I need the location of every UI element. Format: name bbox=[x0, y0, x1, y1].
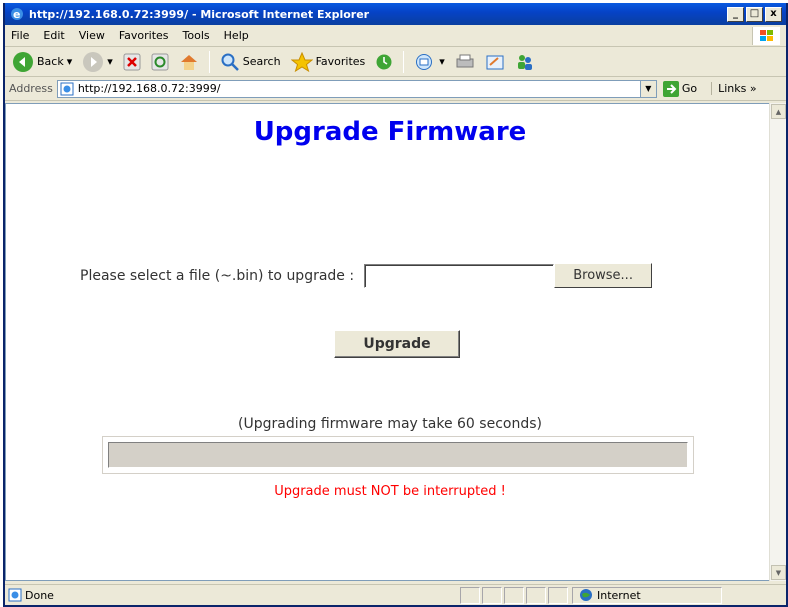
progress-track bbox=[108, 442, 688, 468]
status-panel bbox=[460, 586, 480, 604]
edit-icon bbox=[486, 55, 504, 69]
address-label: Address bbox=[9, 82, 53, 95]
scroll-up-icon[interactable]: ▲ bbox=[771, 104, 786, 119]
close-button[interactable]: x bbox=[765, 6, 782, 22]
mail-dropdown-icon[interactable]: ▾ bbox=[439, 55, 445, 68]
menu-bar: File Edit View Favorites Tools Help bbox=[5, 25, 786, 47]
toolbar-separator bbox=[403, 50, 405, 73]
back-button[interactable]: Back ▾ bbox=[9, 49, 75, 75]
menu-file[interactable]: File bbox=[11, 29, 29, 42]
minimize-button[interactable]: _ bbox=[727, 6, 744, 22]
forward-arrow-icon bbox=[83, 51, 104, 72]
links-button[interactable]: Links » bbox=[711, 82, 757, 95]
search-icon bbox=[221, 53, 239, 71]
go-label: Go bbox=[681, 82, 698, 95]
history-icon bbox=[376, 54, 392, 69]
go-arrow-icon bbox=[662, 80, 679, 97]
search-label: Search bbox=[242, 55, 281, 68]
title-bar[interactable]: e http://192.168.0.72:3999/ - Microsoft … bbox=[5, 3, 786, 25]
messenger-icon bbox=[517, 54, 532, 70]
address-url: http://192.168.0.72:3999/ bbox=[77, 82, 221, 95]
file-select-label: Please select a file (~.bin) to upgrade … bbox=[80, 267, 355, 284]
status-panel bbox=[526, 586, 546, 604]
go-button[interactable]: Go bbox=[662, 80, 698, 97]
home-button[interactable] bbox=[176, 51, 202, 73]
upgrade-progress-bar bbox=[102, 436, 694, 474]
ie-logo-icon: e bbox=[9, 6, 25, 22]
messenger-button[interactable] bbox=[512, 51, 538, 73]
print-icon bbox=[456, 54, 474, 67]
internet-globe-icon bbox=[580, 589, 592, 601]
page-icon bbox=[60, 82, 74, 95]
mail-button[interactable]: ▾ bbox=[411, 51, 448, 73]
menu-edit[interactable]: Edit bbox=[43, 29, 64, 42]
security-zone[interactable]: Internet bbox=[572, 586, 722, 604]
address-dropdown-icon[interactable]: ▼ bbox=[639, 80, 656, 97]
back-arrow-icon bbox=[13, 51, 33, 72]
zone-text: Internet bbox=[597, 588, 641, 602]
standard-toolbar: Back ▾ ▾ Search Favorites ▾ bbox=[5, 47, 786, 77]
back-dropdown-icon[interactable]: ▾ bbox=[67, 55, 73, 68]
mail-icon bbox=[416, 53, 433, 70]
page-done-icon bbox=[8, 588, 22, 602]
browse-button[interactable]: Browse... bbox=[554, 263, 653, 288]
file-path-input[interactable] bbox=[364, 263, 555, 288]
menu-favorites[interactable]: Favorites bbox=[119, 29, 169, 42]
status-panel bbox=[482, 586, 502, 604]
home-icon bbox=[180, 54, 197, 70]
menu-tools[interactable]: Tools bbox=[183, 29, 210, 42]
refresh-button[interactable] bbox=[148, 51, 172, 73]
page-title: Upgrade Firmware bbox=[253, 117, 527, 147]
window-title: http://192.168.0.72:3999/ - Microsoft In… bbox=[29, 7, 370, 21]
upgrade-button[interactable]: Upgrade bbox=[334, 330, 460, 358]
favorites-star-icon bbox=[290, 51, 313, 72]
back-label: Back bbox=[37, 55, 64, 68]
menu-help[interactable]: Help bbox=[224, 29, 249, 42]
search-button[interactable]: Search bbox=[217, 50, 284, 74]
status-bar: Done Internet bbox=[5, 584, 786, 605]
refresh-icon bbox=[151, 53, 169, 70]
menu-view[interactable]: View bbox=[79, 29, 105, 42]
file-select-row: Please select a file (~.bin) to upgrade … bbox=[80, 263, 653, 288]
page-content: Upgrade Firmware Please select a file (~… bbox=[5, 103, 775, 581]
browser-window: e http://192.168.0.72:3999/ - Microsoft … bbox=[3, 3, 788, 607]
upgrade-duration-note: (Upgrading firmware may take 60 seconds) bbox=[238, 416, 542, 432]
forward-button[interactable]: ▾ bbox=[79, 49, 116, 75]
edit-button[interactable] bbox=[482, 51, 508, 73]
svg-text:e: e bbox=[13, 8, 20, 21]
stop-button[interactable] bbox=[120, 51, 144, 73]
status-panel bbox=[548, 586, 568, 604]
status-panel bbox=[504, 586, 524, 604]
status-text: Done bbox=[25, 588, 54, 602]
favorites-button[interactable]: Favorites bbox=[288, 50, 369, 74]
forward-dropdown-icon[interactable]: ▾ bbox=[107, 55, 113, 68]
favorites-label: Favorites bbox=[315, 55, 366, 68]
address-input[interactable]: http://192.168.0.72:3999/ ▼ bbox=[56, 79, 657, 98]
address-bar: Address http://192.168.0.72:3999/ ▼ Go L… bbox=[5, 77, 786, 101]
history-button[interactable] bbox=[372, 51, 396, 73]
maximize-button[interactable]: □ bbox=[746, 6, 763, 22]
print-button[interactable] bbox=[452, 51, 478, 73]
upgrade-warning: Upgrade must NOT be interrupted ! bbox=[274, 484, 506, 499]
stop-icon bbox=[123, 53, 141, 70]
windows-logo-icon bbox=[752, 27, 780, 45]
vertical-scrollbar[interactable]: ▲ ▼ bbox=[769, 103, 786, 581]
toolbar-separator bbox=[208, 50, 210, 73]
scroll-down-icon[interactable]: ▼ bbox=[771, 565, 786, 580]
